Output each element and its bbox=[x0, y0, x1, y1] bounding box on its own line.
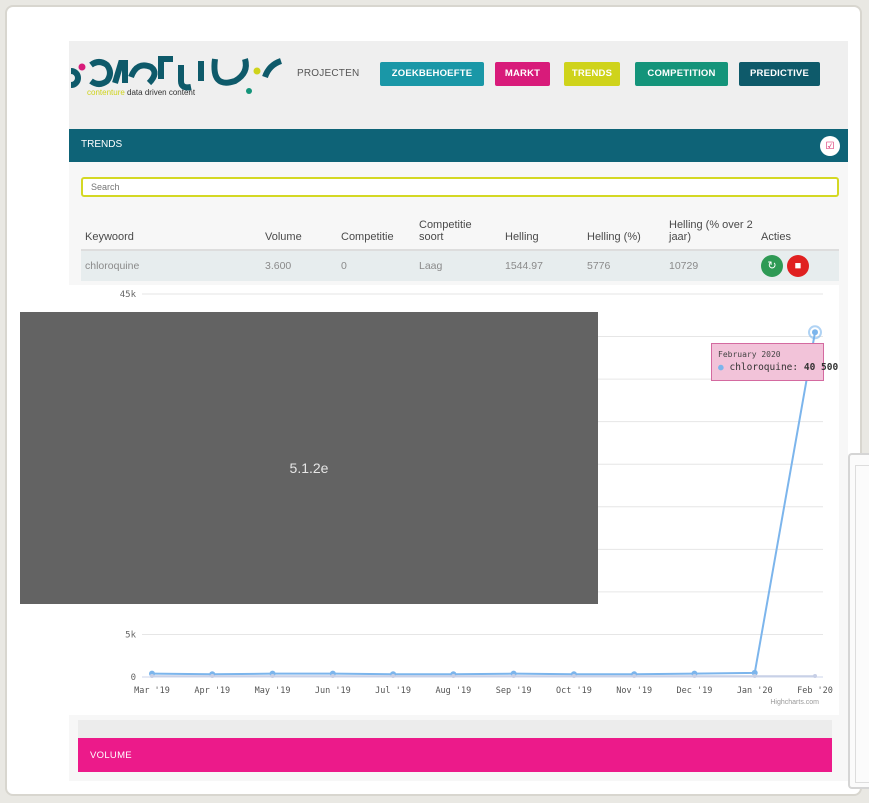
y-tick-label: 5k bbox=[125, 630, 136, 640]
tooltip-series: ● chloroquine: 40 500 bbox=[718, 362, 839, 373]
redaction-label: 5.1.2e bbox=[289, 460, 329, 476]
col-acties: Acties bbox=[757, 207, 839, 251]
data-point bbox=[511, 673, 516, 678]
data-point bbox=[451, 673, 456, 678]
x-tick-label: Mar '19 bbox=[134, 686, 170, 696]
cell-acties: ↻ ■ bbox=[757, 250, 839, 281]
col-helling[interactable]: Helling bbox=[501, 207, 583, 251]
y-tick-label: 0 bbox=[131, 673, 136, 683]
redaction-block: 5.1.2e bbox=[20, 312, 598, 604]
logo[interactable]: contenture data driven content bbox=[69, 55, 284, 105]
table-header-row: Keywoord Volume Competitie Competitie so… bbox=[81, 207, 839, 251]
x-tick-label: Jul '19 bbox=[375, 686, 411, 696]
data-point bbox=[391, 673, 396, 678]
tooltip-value: 40 500 bbox=[803, 362, 839, 373]
cell-volume: 3.600 bbox=[261, 250, 337, 281]
col-competitie-soort[interactable]: Competitie soort bbox=[415, 207, 501, 251]
chart-credit: Highcharts.com bbox=[770, 699, 819, 706]
data-point bbox=[270, 673, 275, 678]
x-tick-label: May '19 bbox=[255, 686, 291, 696]
x-tick-label: Dec '19 bbox=[677, 686, 713, 696]
x-tick-label: Nov '19 bbox=[616, 686, 652, 696]
data-point bbox=[571, 673, 576, 678]
logo-tagline-rest: data driven content bbox=[124, 88, 196, 97]
trash-icon[interactable]: ■ bbox=[787, 255, 809, 277]
nav-zoekbehoefte-button[interactable]: ZOEKBEHOEFTE bbox=[380, 62, 484, 86]
checkbox-icon[interactable]: ☑ bbox=[820, 136, 840, 156]
nav-predictive-button[interactable]: PREDICTIVE bbox=[739, 62, 820, 86]
x-tick-label: Jun '19 bbox=[315, 686, 351, 696]
tooltip-series-name: chloroquine bbox=[729, 362, 793, 373]
col-competitie[interactable]: Competitie bbox=[337, 207, 415, 251]
chart-tooltip: February 2020 ● chloroquine: 40 500 bbox=[711, 343, 838, 381]
side-panel-inner bbox=[855, 465, 869, 783]
data-point bbox=[632, 673, 637, 678]
cell-competitie: 0 bbox=[337, 250, 415, 281]
tooltip-dot-icon: ● bbox=[718, 362, 724, 373]
cell-keyword: chloroquine bbox=[81, 250, 261, 281]
x-tick-label: Jan '20 bbox=[737, 686, 773, 696]
y-tick-label: 45k bbox=[120, 290, 137, 300]
refresh-icon[interactable]: ↻ bbox=[761, 255, 783, 277]
x-tick-label: Apr '19 bbox=[194, 686, 230, 696]
cell-helling: 1544.97 bbox=[501, 250, 583, 281]
nav-markt-button[interactable]: MARKT bbox=[495, 62, 550, 86]
col-helling-pct[interactable]: Helling (%) bbox=[583, 207, 665, 251]
keyword-table: Keywoord Volume Competitie Competitie so… bbox=[81, 207, 839, 281]
tooltip-date: February 2020 bbox=[718, 350, 781, 359]
side-panel bbox=[848, 453, 869, 789]
data-point bbox=[210, 673, 215, 678]
data-point bbox=[752, 673, 757, 678]
x-tick-label: Sep '19 bbox=[496, 686, 532, 696]
col-helling-2jaar[interactable]: Helling (% over 2 jaar) bbox=[665, 207, 757, 251]
header: contenture data driven content PROJECTEN… bbox=[69, 41, 848, 129]
trends-title: TRENDS bbox=[81, 139, 123, 150]
data-point bbox=[692, 673, 697, 678]
data-point bbox=[330, 673, 335, 678]
logo-tagline-brand: contenture bbox=[87, 88, 125, 97]
data-point bbox=[813, 673, 817, 678]
table-row: chloroquine 3.600 0 Laag 1544.97 5776 10… bbox=[81, 250, 839, 281]
logo-wordmark-icon bbox=[70, 56, 283, 94]
data-point bbox=[812, 329, 818, 336]
nav-competition-button[interactable]: COMPETITION bbox=[635, 62, 728, 86]
data-point bbox=[150, 673, 154, 678]
volume-header[interactable]: VOLUME bbox=[78, 738, 832, 772]
x-tick-label: Feb '20 bbox=[797, 686, 833, 696]
search-input[interactable] bbox=[81, 177, 839, 197]
x-tick-label: Oct '19 bbox=[556, 686, 592, 696]
nav-trends-button[interactable]: TRENDS bbox=[564, 62, 620, 86]
cell-soort: Laag bbox=[415, 250, 501, 281]
col-volume[interactable]: Volume bbox=[261, 207, 337, 251]
cell-helling-pct: 5776 bbox=[583, 250, 665, 281]
trends-header: TRENDS ☑ bbox=[69, 129, 848, 162]
col-keywoord[interactable]: Keywoord bbox=[81, 207, 261, 251]
nav-projecten[interactable]: PROJECTEN bbox=[297, 68, 359, 79]
chart-footer-strip bbox=[78, 720, 832, 738]
cell-helling-2jaar: 10729 bbox=[665, 250, 757, 281]
volume-title: VOLUME bbox=[90, 750, 132, 761]
x-tick-label: Aug '19 bbox=[435, 686, 471, 696]
logo-tagline: contenture data driven content bbox=[87, 88, 195, 97]
